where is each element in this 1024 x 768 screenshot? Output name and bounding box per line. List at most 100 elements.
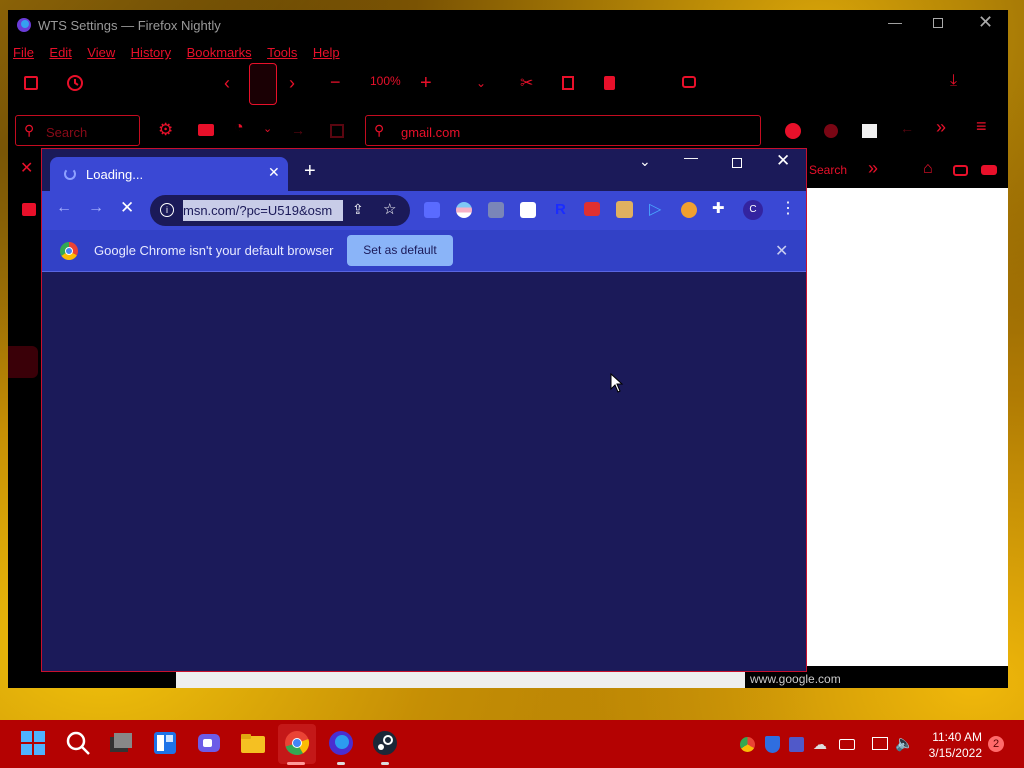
copy-icon[interactable] — [562, 76, 574, 90]
hamburger-menu-icon[interactable]: ≡ — [976, 116, 987, 137]
extensions-puzzle-icon[interactable]: ✚ — [712, 199, 725, 217]
share-icon[interactable]: ⇪ — [352, 201, 364, 218]
pocket-icon[interactable] — [682, 76, 696, 88]
widgets-icon[interactable] — [152, 730, 180, 758]
task-view-icon[interactable] — [108, 730, 136, 758]
chrome-page-content — [42, 272, 806, 671]
ext-grid-icon[interactable] — [424, 202, 440, 218]
tab-scroll-left-icon[interactable]: ‹ — [224, 73, 230, 94]
ff-close-button[interactable]: ✕ — [978, 12, 993, 33]
steam-running-indicator — [381, 762, 389, 765]
start-windows-icon[interactable] — [20, 730, 48, 758]
zoom-in-button[interactable]: + — [420, 72, 432, 95]
menu-bookmarks[interactable]: Bookmarks — [187, 45, 252, 60]
chrome-minimize-button[interactable]: — — [684, 149, 698, 165]
omnibox[interactable]: i msn.com/?pc=U519&osm ⇪ ☆ — [150, 195, 410, 226]
tray-onedrive-icon[interactable]: ☁ — [813, 736, 827, 753]
clock-time[interactable]: 11:40 AM — [930, 730, 982, 744]
infobar-close-icon[interactable]: ✕ — [775, 241, 788, 261]
infobar-message: Google Chrome isn't your default browser — [94, 243, 334, 258]
tray-keyboard-icon[interactable] — [839, 739, 855, 750]
zoom-level[interactable]: 100% — [370, 74, 401, 88]
tab-search-icon[interactable]: ⌄ — [639, 153, 651, 170]
active-tab[interactable] — [249, 63, 277, 105]
tab-overview-icon[interactable] — [24, 76, 38, 90]
overflow-menu-icon[interactable]: » — [936, 117, 946, 138]
ext-flag-icon[interactable] — [456, 202, 472, 218]
new-tab-button[interactable]: + — [304, 160, 316, 183]
tray-volume-icon[interactable]: 🔈 — [895, 734, 914, 752]
sidebar-handle[interactable] — [8, 346, 38, 378]
horizontal-scrollbar[interactable] — [176, 672, 756, 688]
google-extension-icon[interactable] — [785, 123, 801, 139]
ff-minimize-button[interactable]: — — [888, 14, 902, 30]
menu-file[interactable]: File — [13, 45, 34, 60]
tab-title: Loading... — [86, 167, 144, 182]
tray-network-icon[interactable] — [872, 737, 888, 750]
sidebar-icon[interactable] — [22, 203, 36, 216]
ext-mushroom-icon[interactable] — [681, 202, 697, 218]
tray-chrome-icon[interactable] — [740, 737, 755, 752]
chrome-tab[interactable]: Loading... ✕ — [50, 157, 288, 191]
firefox-taskbar-icon[interactable] — [328, 730, 356, 758]
mouse-cursor-icon — [610, 373, 624, 393]
chrome-menu-icon[interactable]: ⋮ — [780, 198, 796, 218]
tab-close-icon[interactable]: ✕ — [268, 164, 280, 181]
firefox-url-bar[interactable]: ⚲ gmail.com — [365, 115, 761, 146]
downloads-icon[interactable]: ⤓ — [950, 72, 957, 90]
chrome-taskbar-icon[interactable] — [284, 730, 312, 758]
cut-icon[interactable]: ✂ — [520, 73, 533, 93]
tray-teams-icon[interactable] — [789, 737, 804, 752]
home-icon[interactable]: ⌂ — [923, 160, 933, 178]
ext-play-icon[interactable]: ▷ — [649, 199, 661, 219]
print-icon[interactable] — [198, 124, 214, 136]
sync-icon[interactable]: ◔ — [234, 119, 244, 137]
chrome-window: Loading... ✕ + ⌄ — ✕ ← → ✕ i msn.com/?pc… — [41, 148, 807, 672]
set-as-default-button[interactable]: Set as default — [347, 235, 453, 266]
ext-doge-icon[interactable] — [616, 201, 633, 218]
paste-icon[interactable] — [604, 76, 615, 90]
notification-badge[interactable]: 2 — [988, 736, 1004, 752]
container-icon[interactable] — [953, 165, 968, 176]
firefox-search-box[interactable]: ⚲ Search — [15, 115, 140, 146]
download-extension-icon[interactable] — [824, 124, 838, 138]
menu-edit[interactable]: Edit — [49, 45, 71, 60]
sidebar-close-icon[interactable]: ✕ — [20, 158, 33, 178]
teams-chat-icon[interactable] — [196, 730, 224, 758]
chrome-maximize-button[interactable] — [732, 158, 742, 168]
site-info-icon[interactable]: i — [160, 203, 174, 217]
car-icon[interactable] — [981, 165, 997, 175]
menu-tools[interactable]: Tools — [267, 45, 297, 60]
zoom-out-button[interactable]: − — [330, 72, 341, 93]
sidebar-search-label[interactable]: Search — [809, 163, 847, 177]
menu-view[interactable]: View — [87, 45, 115, 60]
list-all-tabs-icon[interactable]: ⌄ — [476, 76, 486, 90]
settings-gear-icon[interactable]: ⚙ — [158, 120, 173, 140]
tab-scroll-right-icon[interactable]: › — [289, 73, 295, 94]
steam-taskbar-icon[interactable] — [372, 730, 400, 758]
back-icon[interactable]: ← — [56, 199, 72, 217]
ext-r-icon[interactable]: R — [555, 201, 566, 218]
history-icon[interactable] — [66, 74, 84, 92]
profile-avatar[interactable]: C — [743, 200, 763, 220]
white-square-icon[interactable] — [862, 124, 877, 138]
stop-loading-icon[interactable]: ✕ — [120, 198, 134, 218]
bookmark-star-icon[interactable]: ☆ — [383, 200, 396, 218]
file-explorer-icon[interactable] — [240, 730, 268, 758]
menu-help[interactable]: Help — [313, 45, 340, 60]
forward-icon[interactable]: → — [88, 199, 104, 217]
tray-security-icon[interactable] — [765, 736, 780, 753]
url-search-icon: ⚲ — [374, 122, 385, 138]
search-taskbar-icon[interactable] — [65, 730, 93, 758]
ext-music-icon[interactable] — [520, 202, 536, 218]
sync-dropdown-icon[interactable]: ⌄ — [263, 122, 272, 135]
chrome-close-button[interactable]: ✕ — [776, 151, 790, 171]
ext-red-tag-icon[interactable] — [584, 202, 600, 216]
clock-date[interactable]: 3/15/2022 — [922, 746, 982, 760]
menu-history[interactable]: History — [131, 45, 171, 60]
ff-maximize-button[interactable] — [933, 18, 943, 28]
page-content-area — [807, 188, 1008, 666]
sidebar-overflow-icon[interactable]: » — [868, 158, 878, 179]
search-icon: ⚲ — [24, 122, 35, 138]
ext-image-icon[interactable] — [488, 202, 504, 218]
